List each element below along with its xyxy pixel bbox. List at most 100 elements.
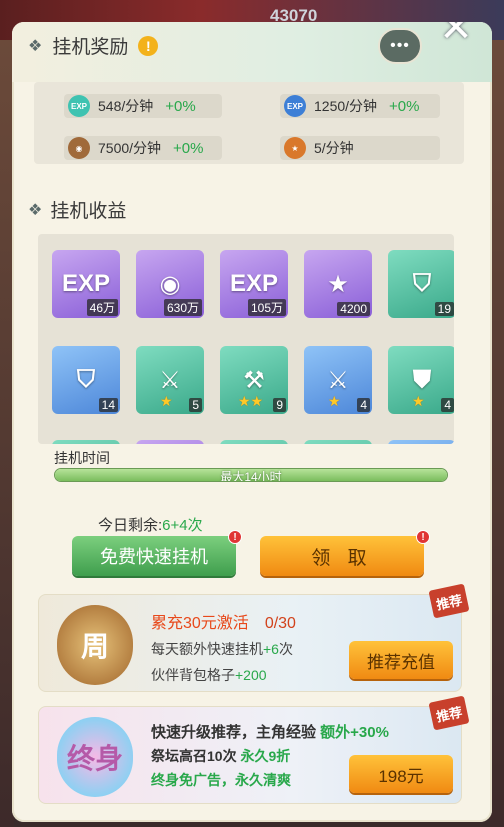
coin-icon: ◉ <box>68 137 90 159</box>
weekly-line2: 每天额外快速挂机+6次 <box>151 639 296 659</box>
remaining-text: 今日剩余:6+4次 <box>98 514 203 535</box>
item-count: 46万 <box>86 299 118 316</box>
close-button[interactable]: ✕ <box>432 22 480 52</box>
lifetime-emblem-icon: 终身 <box>57 717 133 797</box>
item-count: 5 <box>189 398 202 412</box>
claim-button[interactable]: 领 取 <box>260 536 424 576</box>
lifetime-line2-pre: 祭坛高召10次 <box>151 748 241 764</box>
rate-label: 548/分钟 <box>98 98 154 114</box>
item-count: 630万 <box>163 299 202 316</box>
reward-grid[interactable]: EXP 46万 ◉ 630万 EXP 105万 ★ 4200 ⛉ 19 ⛉ 14… <box>38 234 454 444</box>
item-count: 14 <box>98 398 118 412</box>
blue-armor-item[interactable]: ⛉ 14 <box>52 346 120 414</box>
rate-pct: +0% <box>389 97 420 115</box>
star-rating: ★ <box>412 393 425 409</box>
exp-star-icon: EXP <box>68 95 90 117</box>
section-title: 挂机收益 <box>50 201 127 222</box>
partial-item[interactable] <box>220 440 288 444</box>
weekly-card: 周 累充30元激活 0/30 每天额外快速挂机+6次 伙伴背包格子+200 推荐充… <box>38 583 470 692</box>
alert-badge: ! <box>228 530 242 544</box>
partial-item[interactable] <box>388 440 454 444</box>
price-button[interactable]: 198元 <box>349 755 453 793</box>
armor-icon: ⛉ <box>413 270 431 297</box>
item-count: 19 <box>434 302 454 316</box>
star-medal-icon: ★ <box>327 270 349 298</box>
rate-coin: ◉ 7500/分钟 +0% <box>64 136 222 160</box>
info-icon[interactable]: ! <box>138 35 159 56</box>
weekly-line2-post: 次 <box>278 641 293 657</box>
recommend-recharge-button[interactable]: 推荐充值 <box>349 641 453 679</box>
armor-icon: ⛉ <box>77 366 95 393</box>
weekly-emblem-icon: 周 <box>57 605 133 685</box>
rate-exp-star: EXP 548/分钟 +0% <box>64 94 222 118</box>
remaining-label: 今日剩余: <box>98 517 163 534</box>
background-right <box>490 40 504 827</box>
item-count: 4 <box>357 398 370 412</box>
chat-button[interactable]: ••• <box>378 28 422 64</box>
partial-item[interactable] <box>52 440 120 444</box>
star-medal-icon: ★ <box>284 137 306 159</box>
coin-icon: ◉ <box>159 270 181 298</box>
lifetime-line2-val: 永久9折 <box>240 748 291 764</box>
star-rating: ★ <box>328 393 341 409</box>
coin-item[interactable]: ◉ 630万 <box>136 250 204 318</box>
item-count: 4200 <box>337 302 370 316</box>
blade-icon: ⚔ <box>159 366 181 394</box>
item-count: 4 <box>441 398 454 412</box>
chat-icon: ••• <box>390 37 410 54</box>
hammer-item[interactable]: ⚒ ★★ 9 <box>220 346 288 414</box>
panel-title: 挂机奖励 <box>52 37 129 58</box>
exp-orb-icon: EXP <box>229 270 279 297</box>
lifetime-card: 终身 快速升级推荐，主角经验 额外+30% 祭坛高召10次 永久9折 终身免广告… <box>38 695 470 804</box>
robe-icon: ⛊ <box>413 366 431 393</box>
hammer-icon: ⚒ <box>243 366 265 394</box>
weekly-title-text: 累充30元激活 <box>151 615 249 632</box>
rate-pct: +0% <box>173 139 204 157</box>
idle-reward-panel: ❖ 挂机奖励 ! ••• ✕ EXP 548/分钟 +0% EXP 1250/分… <box>12 22 492 822</box>
sword-icon: ⚔ <box>327 366 349 394</box>
rates-box: EXP 548/分钟 +0% EXP 1250/分钟 +0% ◉ 7500/分钟… <box>34 82 464 164</box>
remaining-value: 6+4次 <box>162 517 203 534</box>
green-armor-item[interactable]: ⛉ 19 <box>388 250 454 318</box>
lifetime-line1: 快速升级推荐，主角经验 额外+30% <box>151 721 389 742</box>
star-rating: ★ <box>160 393 173 409</box>
star-rating: ★★ <box>238 393 264 409</box>
robe-item[interactable]: ⛊ ★ 4 <box>388 346 454 414</box>
recommend-tag: 推荐 <box>428 583 470 619</box>
header: ❖ 挂机奖励 ! <box>28 32 159 59</box>
item-count: 9 <box>273 398 286 412</box>
exp-orb-item[interactable]: EXP 105万 <box>220 250 288 318</box>
exp-star-item[interactable]: EXP 46万 <box>52 250 120 318</box>
sword-item[interactable]: ⚔ ★ 4 <box>304 346 372 414</box>
idle-time-label: 挂机时间 <box>54 450 110 466</box>
rate-exp-orb: EXP 1250/分钟 +0% <box>280 94 440 118</box>
idle-time-bar: 最大14小时 <box>54 468 448 482</box>
weekly-line3-val: +200 <box>235 667 267 683</box>
weekly-line2-pre: 每天额外快速挂机 <box>151 641 263 657</box>
lifetime-line1-val: 额外+30% <box>320 724 389 741</box>
exp-star-icon: EXP <box>61 270 111 297</box>
partial-item[interactable] <box>136 440 204 444</box>
item-count: 105万 <box>247 299 286 316</box>
rate-label: 7500/分钟 <box>98 140 162 156</box>
weekly-progress: 0/30 <box>264 615 296 632</box>
blade-item[interactable]: ⚔ ★ 5 <box>136 346 204 414</box>
weekly-line3-pre: 伙伴背包格子 <box>151 667 235 683</box>
exp-orb-icon: EXP <box>284 95 306 117</box>
free-quick-idle-button[interactable]: 免费快速挂机 <box>72 536 236 576</box>
diamond-icon: ❖ <box>28 37 43 55</box>
weekly-card-text: 累充30元激活 0/30 每天额外快速挂机+6次 伙伴背包格子+200 <box>151 609 296 685</box>
rate-label: 5/分钟 <box>314 140 354 156</box>
rate-pct: +0% <box>165 97 196 115</box>
star-medal-item[interactable]: ★ 4200 <box>304 250 372 318</box>
partial-item[interactable] <box>304 440 372 444</box>
section-header: ❖ 挂机收益 <box>28 196 126 223</box>
weekly-line2-val: +6 <box>263 641 279 657</box>
idle-time-text: 最大14小时 <box>220 470 282 482</box>
alert-badge: ! <box>416 530 430 544</box>
lifetime-line1-pre: 快速升级推荐，主角经验 <box>151 724 321 741</box>
weekly-title: 累充30元激活 0/30 <box>151 609 296 633</box>
rate-label: 1250/分钟 <box>314 98 378 114</box>
recommend-tag: 推荐 <box>428 695 470 731</box>
rate-star-medal: ★ 5/分钟 <box>280 136 440 160</box>
